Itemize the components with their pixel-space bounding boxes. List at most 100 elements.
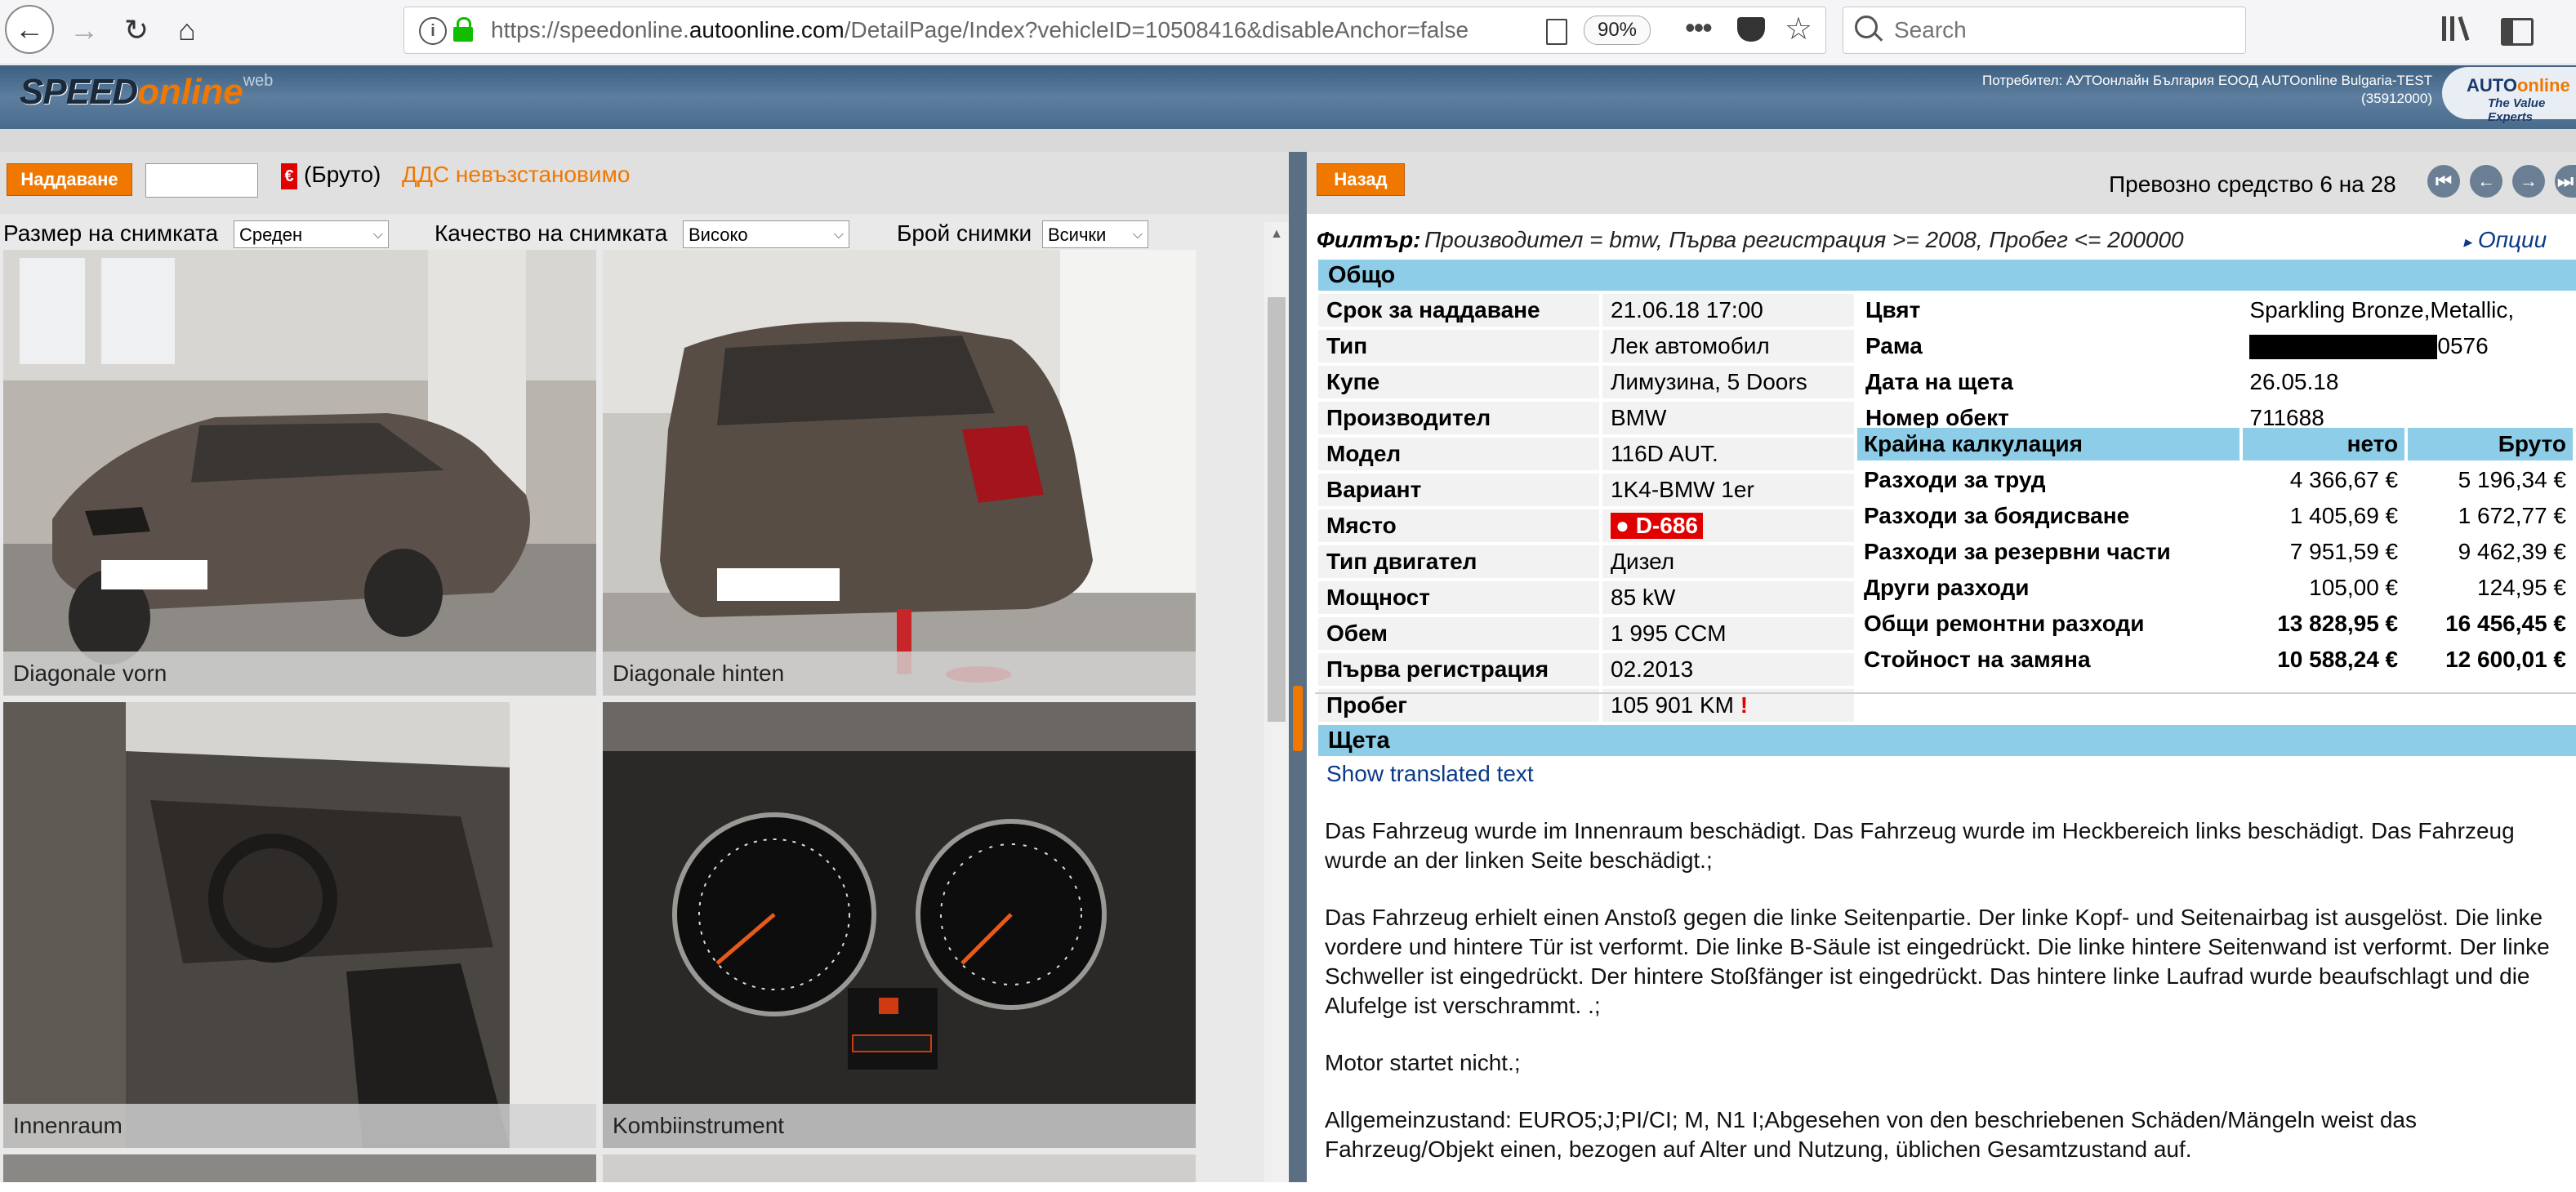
table-row: Купе Лимузина, 5 Doors bbox=[1318, 366, 1854, 398]
forward-arrow-icon[interactable]: → bbox=[59, 5, 109, 56]
reader-view-icon[interactable] bbox=[1546, 19, 1567, 45]
info-icon[interactable]: i bbox=[419, 17, 447, 45]
car-rear-image bbox=[603, 250, 1196, 696]
chevron-down-icon: ⌵ bbox=[1132, 228, 1143, 242]
damage-paragraph: Das Fahrzeug wurde im Innenraum beschädi… bbox=[1325, 818, 2515, 873]
table-row: Разходи за резервни части 7 951,59 €9 462… bbox=[1857, 536, 2573, 568]
image-quality-label: Качество на снимката bbox=[435, 220, 668, 246]
table-row: Общи ремонтни разходи 13 828,95 €16 456,4… bbox=[1857, 607, 2573, 640]
chevron-down-icon: ⌵ bbox=[372, 228, 383, 242]
table-row: Тип двигател Дизел bbox=[1318, 545, 1854, 578]
previous-vehicle-icon[interactable]: ← bbox=[2470, 165, 2502, 198]
photo-caption: Innenraum bbox=[3, 1104, 596, 1148]
app-header: SPEEDonlineweb Потребител: АУТОонлайн Бъ… bbox=[0, 65, 2576, 129]
table-row: Стойност на замяна 10 588,24 €12 600,01 € bbox=[1857, 643, 2573, 676]
photo-thumbnail[interactable] bbox=[603, 1154, 1196, 1182]
scrollbar-thumb[interactable] bbox=[1268, 297, 1286, 722]
table-row: Вариант 1K4-BMW 1er bbox=[1318, 474, 1854, 506]
table-row: Производител BMW bbox=[1318, 402, 1854, 434]
image-count-select[interactable]: Всички ⌵ bbox=[1042, 220, 1148, 248]
speedonline-logo[interactable]: SPEEDonlineweb bbox=[20, 72, 273, 121]
photo-instrument-cluster[interactable]: Kombiinstrument bbox=[603, 702, 1196, 1148]
photo-caption: Kombiinstrument bbox=[603, 1104, 1196, 1148]
first-vehicle-icon[interactable]: ⏮ bbox=[2427, 165, 2460, 198]
photo-thumbnail[interactable] bbox=[3, 1154, 596, 1182]
filter-row: Филтър: Производител = bmw, Първа регист… bbox=[1317, 227, 2566, 258]
photo-rear-diagonal[interactable]: Diagonale hinten bbox=[603, 250, 1196, 696]
instrument-cluster-image bbox=[603, 702, 1196, 1148]
url-text[interactable]: https://speedonline.autoonline.com/Detai… bbox=[491, 17, 1468, 43]
zoom-level[interactable]: 90% bbox=[1584, 16, 1651, 45]
library-icon[interactable] bbox=[2442, 16, 2471, 44]
general-info-table: Срок за наддаване 21.06.18 17:00 Тип Лек а… bbox=[1315, 291, 1857, 725]
table-row: Срок за наддаване 21.06.18 17:00 bbox=[1318, 294, 1854, 327]
show-translated-link[interactable]: Show translated text bbox=[1326, 761, 1534, 787]
image-size-label: Размер на снимката bbox=[3, 220, 219, 246]
image-controls: Размер на снимката Среден ⌵ Качество на с… bbox=[0, 214, 1268, 251]
next-vehicle-icon[interactable]: → bbox=[2512, 165, 2545, 198]
scroll-up-icon[interactable]: ▲ bbox=[1264, 222, 1289, 247]
table-row: Първа регистрация 02.2013 bbox=[1318, 653, 1854, 686]
vehicle-details-table: Цвят Sparkling Bronze,Metallic, Рама 0576 … bbox=[1854, 291, 2576, 438]
photo-front-diagonal[interactable]: Diagonale vorn bbox=[3, 250, 596, 696]
table-row: Цвят Sparkling Bronze,Metallic, bbox=[1857, 294, 2573, 327]
photo-interior[interactable]: Innenraum bbox=[3, 702, 596, 1148]
search-input[interactable] bbox=[1892, 14, 2222, 47]
damage-paragraph: Allgemeinzustand: EURO5;J;PI/CI; M, N1 I… bbox=[1325, 1107, 2417, 1162]
section-divider bbox=[1315, 692, 2576, 694]
location-badge[interactable]: ● D-686 bbox=[1611, 513, 1703, 539]
header-divider bbox=[0, 129, 2576, 152]
panel-splitter[interactable] bbox=[1289, 152, 1307, 1182]
url-bar[interactable]: i https://speedonline.autoonline.com/Det… bbox=[403, 7, 1826, 54]
general-section-title: Общо bbox=[1318, 260, 2576, 291]
damage-paragraph: Das Fahrzeug erhielt einen Anstoß gegen … bbox=[1325, 905, 2550, 1018]
table-row: Обем 1 995 CCM bbox=[1318, 617, 1854, 650]
table-row: Модел 116D AUT. bbox=[1318, 438, 1854, 470]
table-row: Пробег 105 901 KM ! bbox=[1318, 689, 1854, 722]
bookmark-star-icon[interactable]: ☆ bbox=[1785, 11, 1812, 47]
redacted-vin bbox=[2249, 335, 2438, 360]
bid-amount-input[interactable] bbox=[145, 163, 258, 198]
table-row: Рама 0576 bbox=[1857, 330, 2573, 362]
filter-label: Филтър: bbox=[1317, 227, 1421, 252]
euro-icon: € bbox=[281, 163, 297, 189]
browser-toolbar: ← → ↻ ⌂ i https://speedonline.autoonline… bbox=[0, 0, 2576, 64]
mileage-warning-icon: ! bbox=[1740, 692, 1749, 718]
reload-icon[interactable]: ↻ bbox=[111, 5, 162, 56]
bid-button[interactable]: Наддаване bbox=[7, 163, 132, 196]
vehicle-navigation: Назад Превозно средство 6 на 28 bbox=[1307, 152, 2576, 214]
back-button[interactable]: Назад bbox=[1317, 163, 1405, 196]
search-box[interactable] bbox=[1843, 7, 2246, 54]
photo-scrollbar[interactable]: ▲ bbox=[1264, 222, 1289, 1182]
image-size-select[interactable]: Среден ⌵ bbox=[234, 220, 389, 248]
autoonline-logo[interactable]: AUTOonline The Value Experts bbox=[2442, 67, 2576, 124]
search-icon bbox=[1855, 16, 1878, 38]
user-info: Потребител: АУТОонлайн България ЕООД AUT… bbox=[1982, 73, 2432, 106]
chevron-right-icon: ▸ bbox=[2463, 234, 2472, 251]
table-row: Разходи за труд 4 366,67 €5 196,34 € bbox=[1857, 464, 2573, 496]
back-arrow-icon[interactable]: ← bbox=[5, 5, 54, 54]
damage-description: Das Fahrzeug wurde im Innenraum beschädi… bbox=[1325, 816, 2558, 1192]
photo-caption: Diagonale vorn bbox=[3, 652, 596, 696]
gross-label: (Бруто) bbox=[304, 162, 381, 187]
vehicle-counter: Превозно средство 6 на 28 bbox=[2109, 171, 2396, 197]
photo-caption: Diagonale hinten bbox=[603, 652, 1196, 696]
options-link[interactable]: ▸ Опции bbox=[2463, 227, 2547, 253]
splitter-handle[interactable] bbox=[1293, 686, 1303, 751]
page-actions-icon[interactable]: ••• bbox=[1685, 11, 1713, 45]
lock-icon[interactable] bbox=[453, 17, 473, 42]
car-front-image bbox=[3, 250, 596, 696]
table-row: Мощност 85 kW bbox=[1318, 581, 1854, 614]
filter-text: Производител = bmw, Първа регистрация >=… bbox=[1424, 227, 2184, 252]
chevron-down-icon: ⌵ bbox=[833, 228, 844, 242]
map-pin-icon: ● bbox=[1616, 513, 1629, 538]
home-icon[interactable]: ⌂ bbox=[162, 5, 212, 56]
image-quality-select[interactable]: Високо ⌵ bbox=[683, 220, 849, 248]
sidebar-toggle-icon[interactable] bbox=[2501, 18, 2534, 46]
vat-notice: ДДС невъзстановимо bbox=[402, 162, 631, 187]
pocket-icon[interactable] bbox=[1737, 17, 1765, 42]
table-row: Място ● D-686 bbox=[1318, 509, 1854, 542]
damage-paragraph: Motor startet nicht.; bbox=[1325, 1050, 1521, 1075]
table-row: Дата на щета 26.05.18 bbox=[1857, 366, 2573, 398]
table-row: Тип Лек автомобил bbox=[1318, 330, 1854, 362]
